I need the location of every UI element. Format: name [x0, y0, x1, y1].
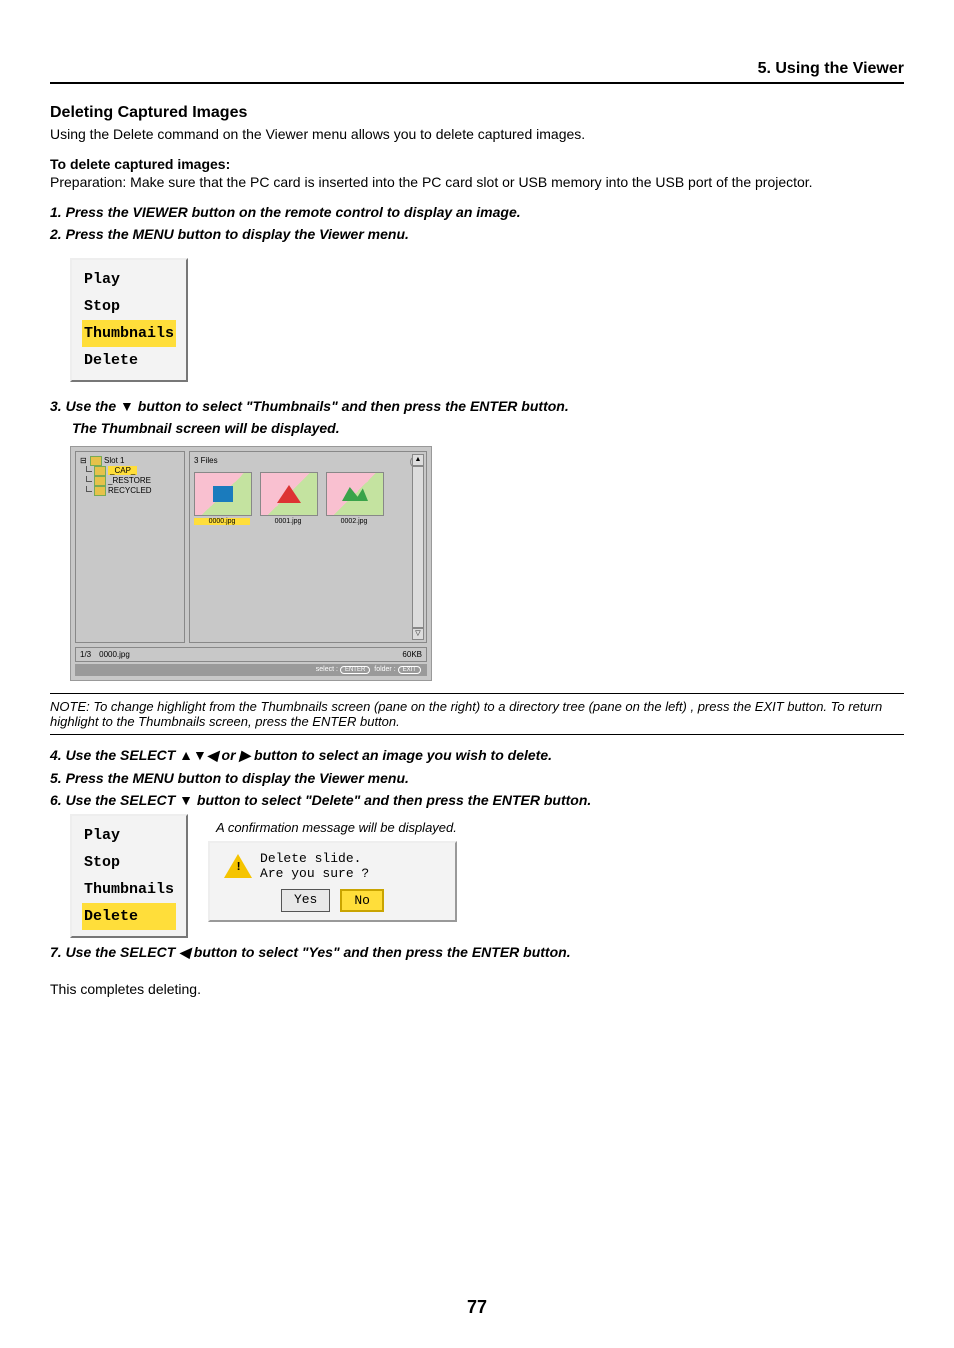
- thumbnail-filename: 0002.jpg: [326, 518, 382, 525]
- scroll-track[interactable]: [412, 466, 424, 628]
- thumbnail-item-0[interactable]: 0000.jpg: [194, 472, 250, 525]
- tree-root[interactable]: ⊟Slot 1: [80, 456, 180, 466]
- scroll-down-icon[interactable]: ▽: [412, 628, 424, 640]
- hint-select-label: select :: [316, 666, 338, 673]
- menu2-item-delete[interactable]: Delete: [82, 903, 176, 930]
- note: NOTE: To change highlight from the Thumb…: [50, 693, 904, 735]
- hint-folder-label: folder :: [374, 666, 395, 673]
- step-6: 6. Use the SELECT ▼ button to select "De…: [50, 792, 904, 808]
- step-7: 7. Use the SELECT ◀ button to select "Ye…: [50, 944, 904, 961]
- menu1-item-thumbnails[interactable]: Thumbnails: [82, 320, 176, 347]
- folder-icon: [94, 476, 106, 486]
- preparation-text: Preparation: Make sure that the PC card …: [50, 174, 904, 190]
- step-3b: The Thumbnail screen will be displayed.: [72, 420, 904, 436]
- step-4: 4. Use the SELECT ▲▼◀ or ▶ button to sel…: [50, 747, 904, 764]
- scroll-up-icon[interactable]: ▲: [412, 454, 424, 466]
- tree-item-label: RECYCLED: [108, 486, 152, 495]
- folder-icon: [90, 456, 102, 466]
- thumbnail-image: [260, 472, 318, 516]
- viewer-menu-2: Play Stop Thumbnails Delete: [70, 814, 188, 938]
- viewer-menu-1: Play Stop Thumbnails Delete: [70, 258, 188, 382]
- intro-text: Using the Delete command on the Viewer m…: [50, 126, 904, 142]
- section-title: Deleting Captured Images: [50, 104, 904, 122]
- hint-bar: select :ENTER folder :EXIT: [75, 664, 427, 676]
- current-filename: 0000.jpg: [99, 650, 130, 659]
- tree-item-label: _RESTORE: [108, 476, 151, 485]
- menu1-item-stop[interactable]: Stop: [82, 293, 176, 320]
- file-count: 3 Files: [194, 456, 218, 468]
- tree-root-label: Slot 1: [104, 456, 124, 465]
- tree-item-recycled[interactable]: RECYCLED: [80, 486, 180, 496]
- thumbnail-filename: 0001.jpg: [260, 518, 316, 525]
- hint-enter-key: ENTER: [340, 666, 370, 674]
- confirm-line2: Are you sure ?: [260, 866, 369, 881]
- confirm-dialog: Delete slide. Are you sure ? Yes No: [208, 841, 457, 922]
- thumbnails-pane[interactable]: 3 Files ? 0000.jpg 0001.jpg 0002.jpg: [189, 451, 427, 643]
- menu2-item-stop[interactable]: Stop: [82, 849, 176, 876]
- thumbnail-image: [326, 472, 384, 516]
- scrollbar[interactable]: ▲ ▽: [412, 454, 424, 640]
- chapter-header: 5. Using the Viewer: [50, 60, 904, 84]
- yes-button[interactable]: Yes: [281, 889, 330, 912]
- thumbnail-item-1[interactable]: 0001.jpg: [260, 472, 316, 525]
- page-number: 77: [0, 1297, 954, 1318]
- thumbnail-window: ⊟Slot 1 _CAP_ _RESTORE RECYCLED 3 Files …: [70, 446, 432, 681]
- step-3: 3. Use the ▼ button to select "Thumbnail…: [50, 398, 904, 414]
- menu1-item-play[interactable]: Play: [82, 266, 176, 293]
- tree-item-cap[interactable]: _CAP_: [80, 466, 180, 476]
- warning-icon: [224, 854, 252, 878]
- step-2: 2. Press the MENU button to display the …: [50, 226, 904, 242]
- folder-icon: [94, 466, 106, 476]
- closing-text: This completes deleting.: [50, 981, 904, 997]
- confirm-caption: A confirmation message will be displayed…: [216, 820, 457, 835]
- file-counter: 1/3: [80, 650, 91, 659]
- menu2-item-thumbnails[interactable]: Thumbnails: [82, 876, 176, 903]
- info-bar: 1/3 0000.jpg 60KB: [75, 647, 427, 662]
- step-1: 1. Press the VIEWER button on the remote…: [50, 204, 904, 220]
- step-5: 5. Press the MENU button to display the …: [50, 770, 904, 786]
- hint-exit-key: EXIT: [398, 666, 421, 674]
- tree-item-restore[interactable]: _RESTORE: [80, 476, 180, 486]
- menu2-item-play[interactable]: Play: [82, 822, 176, 849]
- thumbnail-filename: 0000.jpg: [194, 518, 250, 525]
- sub-heading: To delete captured images:: [50, 156, 904, 172]
- confirm-line1: Delete slide.: [260, 851, 369, 866]
- folder-icon: [94, 486, 106, 496]
- thumbnail-item-2[interactable]: 0002.jpg: [326, 472, 382, 525]
- file-size: 60KB: [402, 650, 422, 659]
- tree-item-label: _CAP_: [108, 466, 137, 475]
- no-button[interactable]: No: [340, 889, 384, 912]
- thumbnail-image: [194, 472, 252, 516]
- directory-tree-pane[interactable]: ⊟Slot 1 _CAP_ _RESTORE RECYCLED: [75, 451, 185, 643]
- menu1-item-delete[interactable]: Delete: [82, 347, 176, 374]
